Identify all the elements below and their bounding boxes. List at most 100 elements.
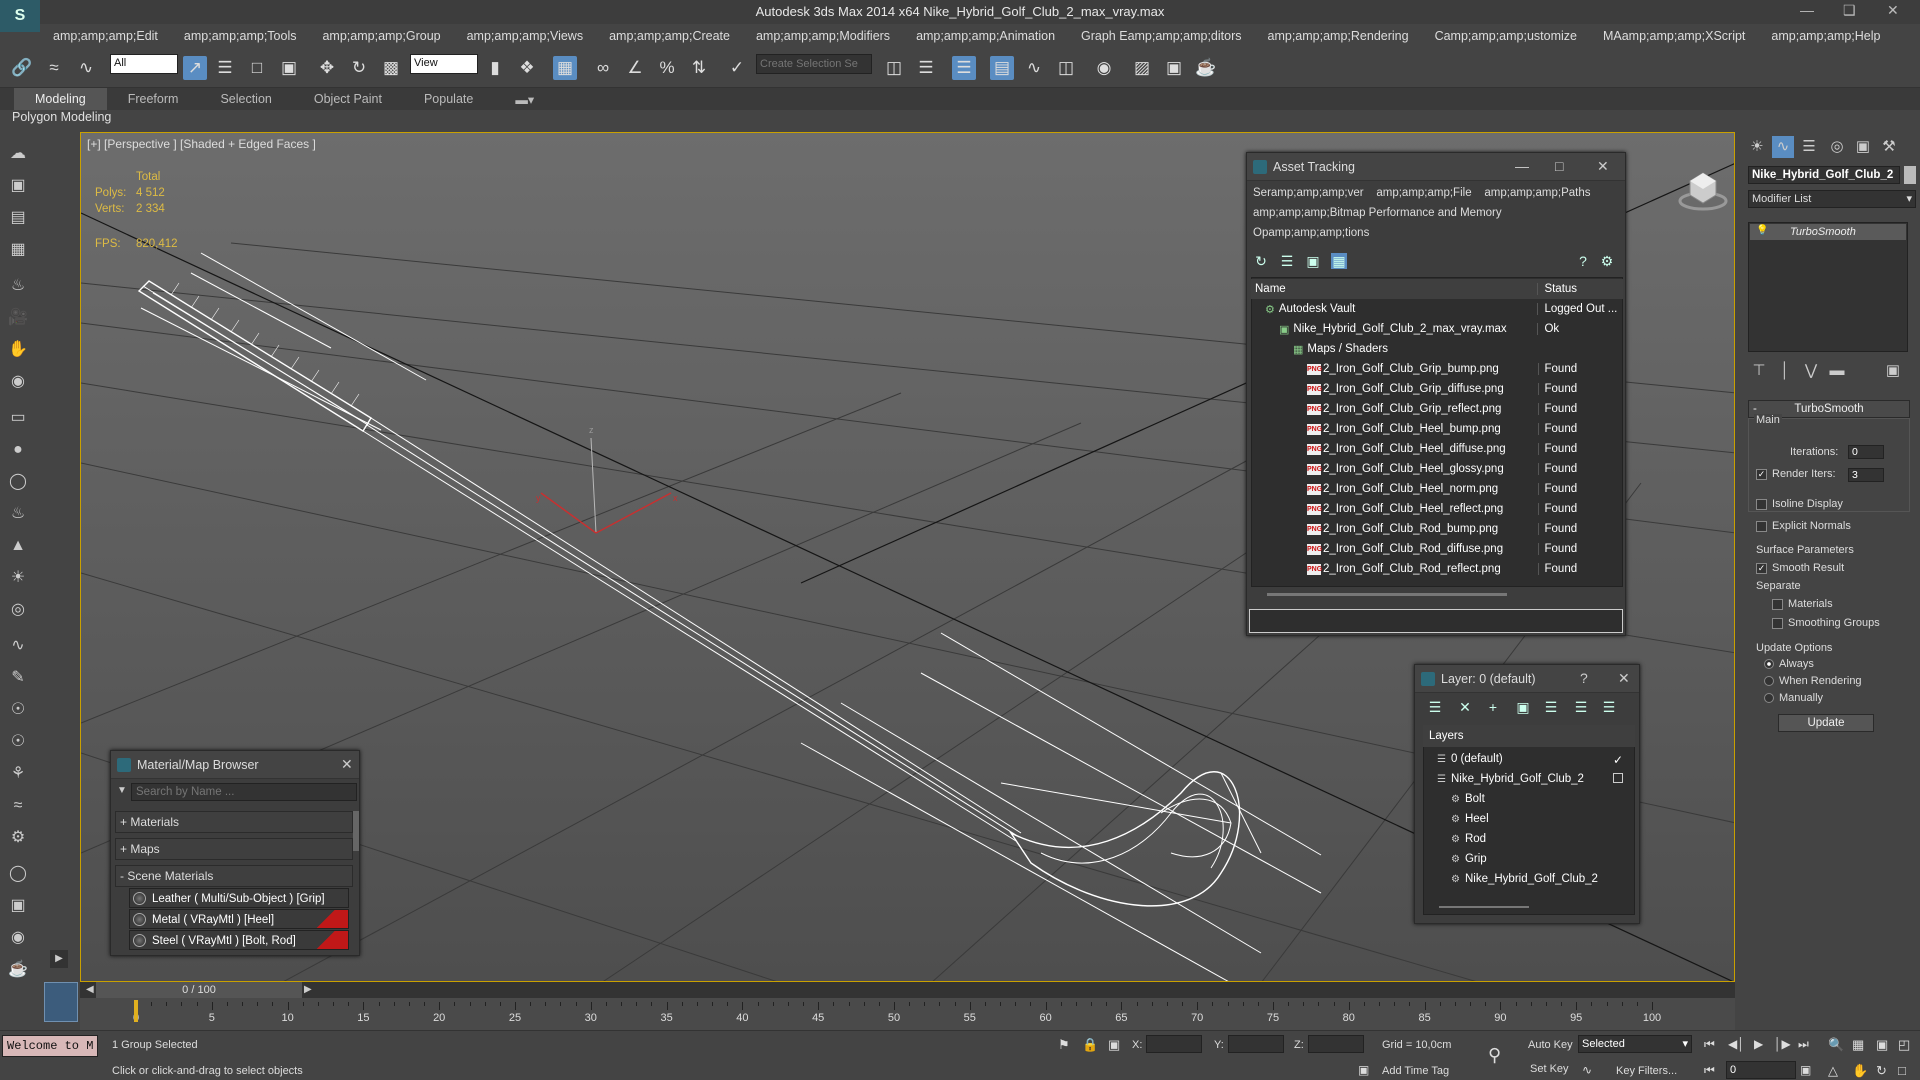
asset-row[interactable]: PNG 2_Iron_Golf_Club_Heel_reflect.png Foun… [1251,499,1623,519]
track-bar[interactable]: 0510152025303540455055606570758085909510… [80,998,1735,1030]
menu-edit[interactable]: amp;amp;amp;Edit [40,29,171,43]
asset-path-field[interactable] [1249,609,1623,633]
menu-rendering[interactable]: amp;amp;amp;Rendering [1255,29,1422,43]
render-setup-icon[interactable]: ▨ [1130,56,1154,80]
viewcube-icon[interactable] [1678,163,1728,213]
ribbon-panel-label[interactable]: Polygon Modeling [12,110,132,128]
isolate-icon[interactable]: ⚑ [1058,1037,1070,1053]
group-maps[interactable]: + Maps [115,838,353,860]
maxscript-listener[interactable]: Welcome to M [2,1035,98,1057]
tab-freeform[interactable]: Freeform [107,88,200,110]
hair-icon[interactable]: ≈ [6,794,30,818]
layer-visibility-icon[interactable] [1613,773,1623,783]
paint-icon[interactable]: ▣ [6,894,30,918]
edit-named-selection-icon[interactable]: ✓ [725,56,749,80]
geosphere-icon[interactable]: ◯ [6,470,30,494]
asset-row[interactable]: ⚙ Autodesk Vault Logged Out ... [1251,299,1623,319]
material-search-input[interactable] [131,783,357,801]
time-configuration-icon[interactable]: ▣ [1800,1063,1811,1077]
globe-icon[interactable]: ☉ [6,730,30,754]
layer-manager-icon[interactable]: ☰ [952,56,976,80]
asset-row[interactable]: PNG 2_Iron_Golf_Club_Grip_reflect.png Foun… [1251,399,1623,419]
maximize-icon[interactable]: ❑ [1843,2,1856,19]
menu-create[interactable]: amp;amp;amp;Create [596,29,743,43]
menu-bitmap-performance[interactable]: amp;amp;amp;Bitmap Performance and Memor… [1253,207,1502,219]
remove-modifier-icon[interactable]: ▬ [1826,360,1848,382]
thumbnail-view-icon[interactable]: ▣ [1305,253,1321,269]
move-icon[interactable]: ✥ [315,56,339,80]
plant-icon[interactable]: ⚘ [6,762,30,786]
curve-editor-icon[interactable]: ∿ [1022,56,1046,80]
select-layer-icon[interactable]: ▣ [1515,699,1531,715]
filter-icon[interactable]: ▼ [117,785,127,796]
bone-icon[interactable]: ⚙ [6,826,30,850]
next-frame-icon[interactable]: ▶ [304,984,312,995]
helper-icon[interactable]: ☉ [6,698,30,722]
layer-row[interactable]: ⚙ Heel [1451,809,1489,829]
rotate-icon[interactable]: ↻ [347,56,371,80]
brush-icon[interactable]: ✎ [6,666,30,690]
menu-options[interactable]: Opamp;amp;amp;tions [1253,227,1369,239]
named-selection-input[interactable] [756,54,872,74]
motion-tab-icon[interactable]: ◎ [1826,136,1848,158]
pan-icon[interactable]: ✋ [1852,1063,1868,1079]
display-tab-icon[interactable]: ▣ [1852,136,1874,158]
render-icon[interactable]: ☕ [1194,56,1218,80]
always-radio[interactable] [1764,659,1774,670]
tab-modeling[interactable]: Modeling [14,88,107,110]
mirror-icon[interactable]: ◫ [882,56,906,80]
x-coordinate-field[interactable] [1146,1035,1202,1053]
time-tag-icon[interactable]: ▣ [1358,1063,1369,1077]
column-status[interactable]: Status [1537,283,1623,295]
current-frame-marker[interactable] [134,1000,138,1022]
scale-icon[interactable]: ▩ [379,56,403,80]
box-icon[interactable]: ▭ [6,406,30,430]
lock-selection-icon[interactable]: 🔒 [1082,1037,1098,1053]
layer-row[interactable]: ⚙ Nike_Hybrid_Golf_Club_2 [1451,869,1598,889]
render-iters-checkbox[interactable]: ✓ [1756,468,1767,480]
menu-customize[interactable]: Camp;amp;amp;ustomize [1422,29,1590,43]
asset-row[interactable]: PNG 2_Iron_Golf_Club_Heel_glossy.png Found [1251,459,1623,479]
schematic-view-icon[interactable]: ◫ [1054,56,1078,80]
highlight-layer-icon[interactable]: ☰ [1543,699,1559,715]
asset-row[interactable]: PNG 2_Iron_Golf_Club_Rod_diffuse.png Found [1251,539,1623,559]
stack-item-turbosmooth[interactable]: TurboSmooth [1750,224,1906,240]
asset-row[interactable]: PNG 2_Iron_Golf_Club_Heel_norm.png Found [1251,479,1623,499]
material-item-leather[interactable]: Leather ( Multi/Sub-Object ) [Grip] [129,888,349,908]
play-icon[interactable]: ▶ [1754,1037,1763,1051]
select-object-icon[interactable]: ↗ [183,56,207,80]
hide-layers-icon[interactable]: ☰ [1573,699,1589,715]
hierarchy-tab-icon[interactable]: ☰ [1798,136,1820,158]
modify-tab-icon[interactable]: ∿ [1772,136,1794,158]
object-color-swatch[interactable] [1904,166,1916,184]
ribbon-toggle-icon[interactable]: ▤ [990,56,1014,80]
smooth-result-checkbox[interactable]: ✓ [1756,562,1767,574]
asset-row[interactable]: PNG 2_Iron_Golf_Club_Heel_diffuse.png Foun… [1251,439,1623,459]
delete-layer-icon[interactable]: ✕ [1457,699,1473,715]
close-icon[interactable]: ✕ [1618,670,1630,687]
teapot-icon[interactable]: ♨ [6,274,30,298]
new-layer-icon[interactable]: ☰ [1427,699,1443,715]
key-curve-icon[interactable]: ∿ [1582,1063,1592,1077]
menu-animation[interactable]: amp;amp;amp;Animation [903,29,1068,43]
time-slider[interactable]: ◀ 0 / 100 ▶ [80,982,1735,998]
grid-icon[interactable]: ▦ [6,238,30,262]
zoom-all-icon[interactable]: ▦ [1852,1037,1864,1053]
table-icon[interactable]: ▤ [6,206,30,230]
layer-row[interactable]: ⚙ Bolt [1451,789,1485,809]
menu-server[interactable]: Seramp;amp;amp;ver [1253,187,1364,199]
freeze-layers-icon[interactable]: ☰ [1601,699,1617,715]
unlink-icon[interactable]: ≈ [42,56,66,80]
isoline-checkbox[interactable] [1756,498,1767,510]
previous-key-icon[interactable]: ◀│ [1728,1037,1745,1051]
particles-icon[interactable]: ∿ [6,634,30,658]
refresh-icon[interactable]: ↻ [1253,253,1269,269]
hand-icon[interactable]: ✋ [6,338,30,362]
make-unique-icon[interactable]: ⋁ [1800,360,1822,382]
menu-help[interactable]: amp;amp;amp;Help [1758,29,1893,43]
align-icon[interactable]: ☰ [914,56,938,80]
selection-filter-dropdown[interactable]: All [110,54,178,74]
snap-toggle-icon[interactable]: ∞ [591,56,615,80]
iterations-spinner[interactable]: 0 [1848,445,1884,459]
tab-selection[interactable]: Selection [199,88,292,110]
